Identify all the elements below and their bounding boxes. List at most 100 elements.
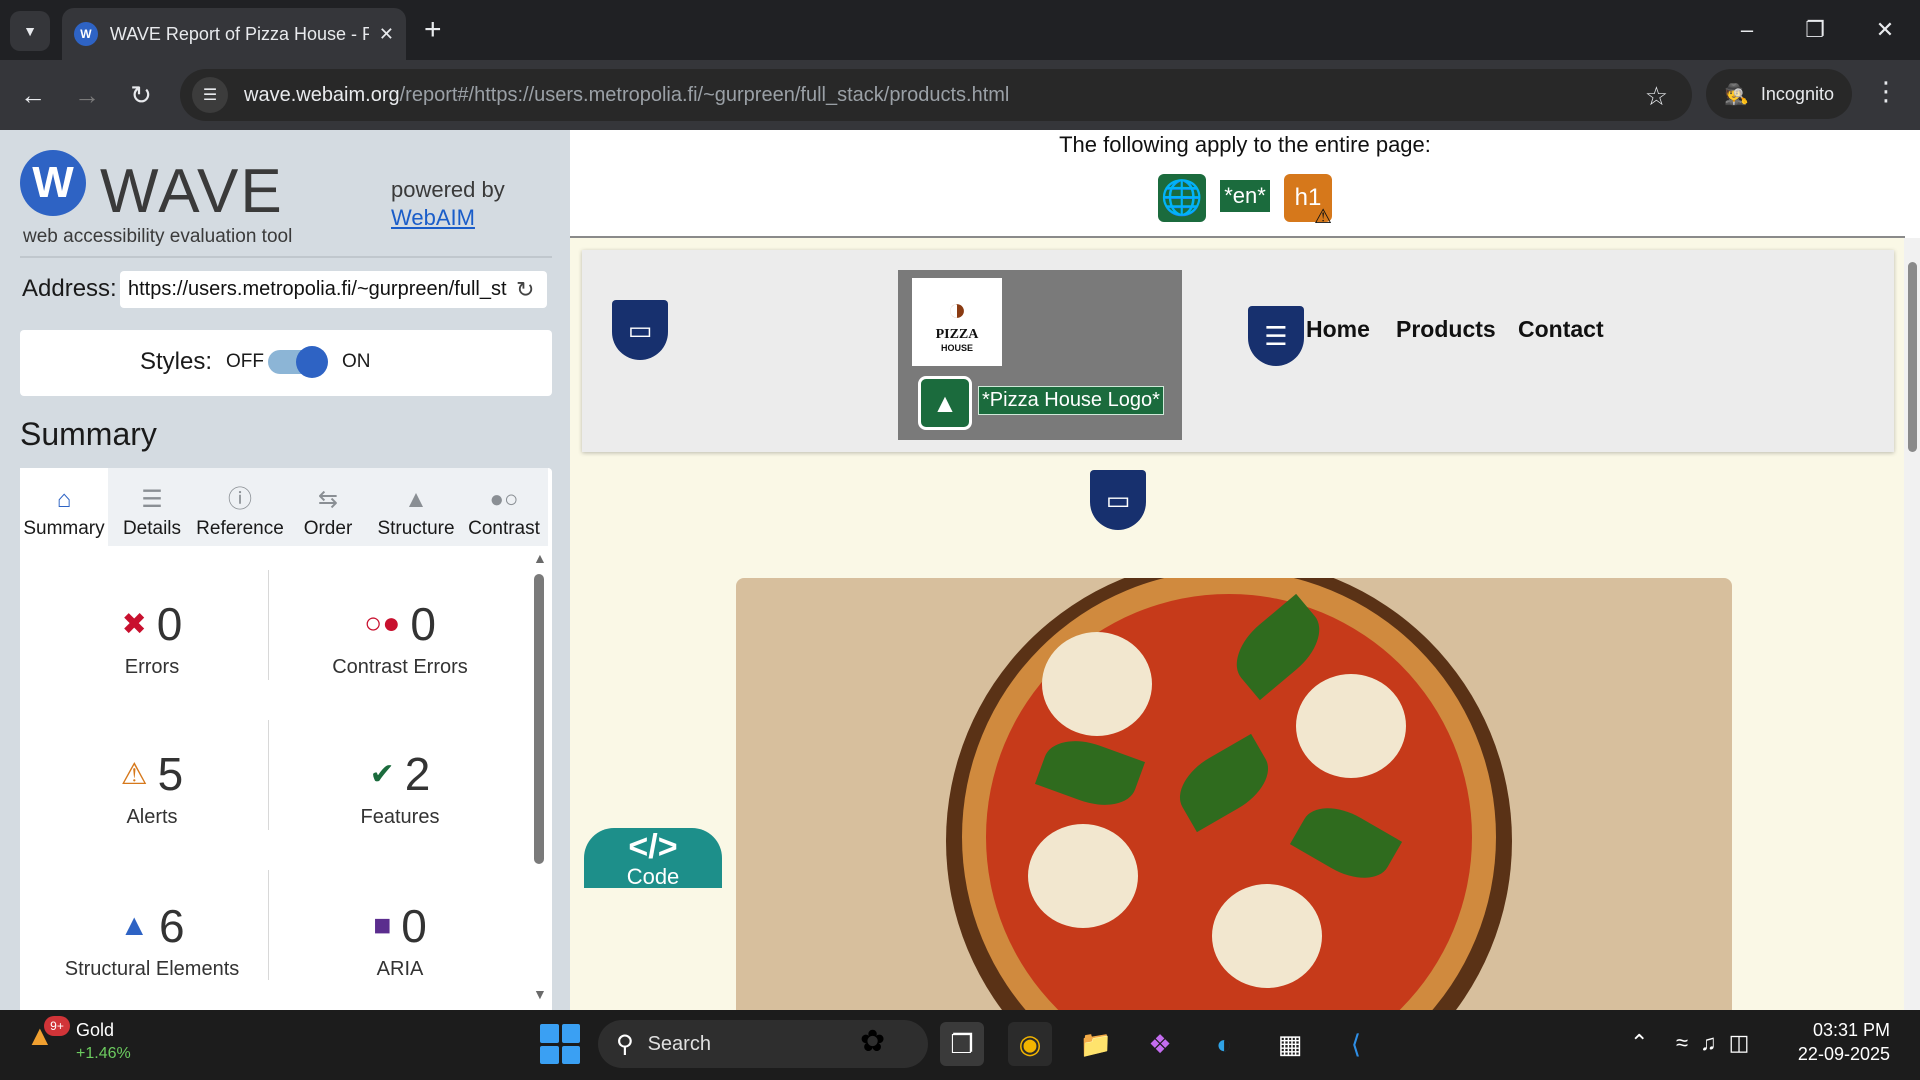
tray-overflow-icon[interactable]: ⌃: [1630, 1030, 1648, 1056]
summary-heading: Summary: [20, 416, 157, 452]
store-icon[interactable]: ▦: [1268, 1022, 1312, 1066]
address-bar[interactable]: ☰ wave.webaim.org/report#/https://users.…: [180, 69, 1692, 121]
restore-button[interactable]: ❐: [1790, 12, 1840, 48]
stock-name[interactable]: Gold: [76, 1020, 114, 1041]
browser-tab[interactable]: W WAVE Report of Pizza House - P ✕: [62, 8, 406, 60]
start-button[interactable]: [540, 1024, 580, 1064]
structure-icon: ▲: [119, 909, 150, 942]
browser-tab-strip: ▼ W WAVE Report of Pizza House - P ✕ + –…: [0, 0, 1920, 60]
url-text: wave.webaim.org/report#/https://users.me…: [244, 84, 1009, 107]
nav-link-contact[interactable]: Contact: [1518, 316, 1604, 343]
stat-errors[interactable]: ✖ 0 Errors: [32, 596, 272, 679]
edge-icon[interactable]: ◐: [1202, 1022, 1246, 1066]
stock-change: +1.46%: [76, 1045, 131, 1062]
incognito-button[interactable]: 🕵 Incognito: [1706, 69, 1852, 119]
page-level-notice: The following apply to the entire page:: [1059, 132, 1431, 157]
wave-tabs: ⌂ Summary ☰ Details ⓘ Reference ⇆ Order ▲ Str…: [20, 468, 552, 546]
wave-logo-icon: W: [20, 150, 86, 216]
incognito-label: Incognito: [1760, 83, 1834, 104]
clock-date[interactable]: 22-09-2025: [1780, 1044, 1890, 1065]
divider: [20, 256, 552, 258]
scroll-up-arrow[interactable]: ▲: [533, 550, 547, 566]
page-scrollbar[interactable]: [1904, 238, 1920, 1010]
stat-structural[interactable]: ▲ 6 Structural Elements: [32, 898, 272, 981]
url-domain: wave.webaim.org: [244, 83, 400, 106]
styles-toggle-knob[interactable]: [296, 346, 328, 378]
page-scrollbar-thumb[interactable]: [1908, 262, 1917, 452]
powered-by: powered by WebAIM: [391, 176, 505, 232]
main-structure-icon[interactable]: ▭: [1090, 470, 1146, 530]
bookmark-star-icon[interactable]: ☆: [1645, 81, 1668, 112]
stat-aria[interactable]: ■ 0 ARIA: [280, 898, 520, 981]
errors-count: 0: [156, 598, 183, 650]
system-tray[interactable]: ≈♫◫: [1676, 1030, 1761, 1056]
aria-label: ARIA: [376, 958, 424, 980]
stat-alerts[interactable]: ⚠ 5 Alerts: [32, 746, 272, 829]
error-icon: ✖: [121, 607, 147, 641]
sidebar-scrollbar[interactable]: [534, 574, 544, 864]
address-reload-icon[interactable]: ↻: [516, 277, 534, 303]
feature-check-icon: ✔: [369, 757, 395, 791]
search-label: Search: [647, 1032, 711, 1055]
logo-link[interactable]: ◑ PIZZA HOUSE ▲ *Pizza House Logo*: [898, 270, 1182, 440]
vscode-icon[interactable]: ⟨: [1334, 1022, 1378, 1066]
image-alt-icon[interactable]: ▲: [918, 376, 972, 430]
tab-label: Summary: [23, 518, 105, 539]
task-view-icon[interactable]: ❐: [940, 1022, 984, 1066]
nav-structure-icon[interactable]: ☰: [1248, 306, 1304, 366]
site-header: ▭ ◑ PIZZA HOUSE ▲ *Pizza House Logo* ☰ H…: [582, 250, 1894, 452]
mozzarella: [1212, 884, 1322, 988]
alt-text-label: *Pizza House Logo*: [978, 386, 1164, 415]
tab-structure[interactable]: ▲ Structure: [372, 468, 460, 546]
tab-close-icon[interactable]: ✕: [379, 24, 394, 45]
stat-features[interactable]: ✔ 2 Features: [280, 746, 520, 829]
home-icon: ⌂: [56, 486, 72, 513]
pizza-hero-image: [736, 578, 1732, 1010]
wave-favicon-icon: W: [74, 22, 98, 46]
aria-count: 0: [401, 900, 427, 952]
powered-by-text: powered by: [391, 177, 505, 202]
scroll-down-arrow[interactable]: ▼: [533, 986, 547, 1002]
tab-label: Details: [122, 518, 182, 539]
language-badge[interactable]: *en*: [1220, 180, 1270, 212]
stat-contrast-errors[interactable]: ○● 0 Contrast Errors: [280, 596, 520, 679]
forward-button[interactable]: →: [70, 78, 104, 112]
tab-details[interactable]: ☰ Details: [108, 468, 196, 546]
search-highlight-icon: ✿: [860, 1025, 886, 1058]
minimize-button[interactable]: –: [1722, 12, 1772, 48]
copilot-icon[interactable]: ❖: [1138, 1022, 1182, 1066]
warning-icon: ⚠: [1314, 206, 1332, 228]
code-toggle-button[interactable]: </> Code: [584, 828, 722, 888]
tab-order[interactable]: ⇆ Order: [284, 468, 372, 546]
mozzarella: [1028, 824, 1138, 928]
language-globe-icon[interactable]: 🌐: [1158, 174, 1206, 222]
chrome-icon[interactable]: ◉: [1008, 1022, 1052, 1066]
wave-title: WAVE: [100, 157, 284, 226]
back-button[interactable]: ←: [16, 78, 50, 112]
webaim-link[interactable]: WebAIM: [391, 204, 505, 232]
tab-search-button[interactable]: ▼: [10, 11, 50, 51]
close-window-button[interactable]: ✕: [1860, 12, 1910, 48]
header-structure-icon[interactable]: ▭: [612, 300, 668, 360]
reload-button[interactable]: ↻: [124, 78, 158, 112]
tab-contrast[interactable]: ●○ Contrast: [460, 468, 548, 546]
address-input[interactable]: [120, 271, 547, 308]
wave-subtitle: web accessibility evaluation tool: [23, 226, 293, 247]
contrast-errors-count: 0: [410, 598, 436, 650]
nav-link-products[interactable]: Products: [1396, 316, 1496, 343]
pizza-icon: ◑: [947, 291, 967, 327]
clock-time[interactable]: 03:31 PM: [1790, 1020, 1890, 1041]
file-explorer-icon[interactable]: 📁: [1074, 1022, 1118, 1066]
site-info-icon[interactable]: ☰: [192, 77, 228, 113]
analyzed-page: ▭ ◑ PIZZA HOUSE ▲ *Pizza House Logo* ☰ H…: [570, 238, 1905, 1010]
new-tab-button[interactable]: +: [424, 12, 442, 48]
styles-label: Styles:: [140, 348, 213, 375]
code-icon: </>: [628, 828, 678, 866]
taskbar-search[interactable]: ⚲ Search ✿: [598, 1020, 928, 1068]
tab-reference[interactable]: ⓘ Reference: [196, 468, 284, 546]
tab-summary[interactable]: ⌂ Summary: [20, 468, 108, 546]
nav-link-home[interactable]: Home: [1306, 316, 1370, 343]
browser-menu-button[interactable]: ⋮: [1872, 76, 1900, 107]
alerts-count: 5: [157, 748, 184, 800]
pizza-house-logo: ◑ PIZZA HOUSE: [912, 278, 1002, 366]
